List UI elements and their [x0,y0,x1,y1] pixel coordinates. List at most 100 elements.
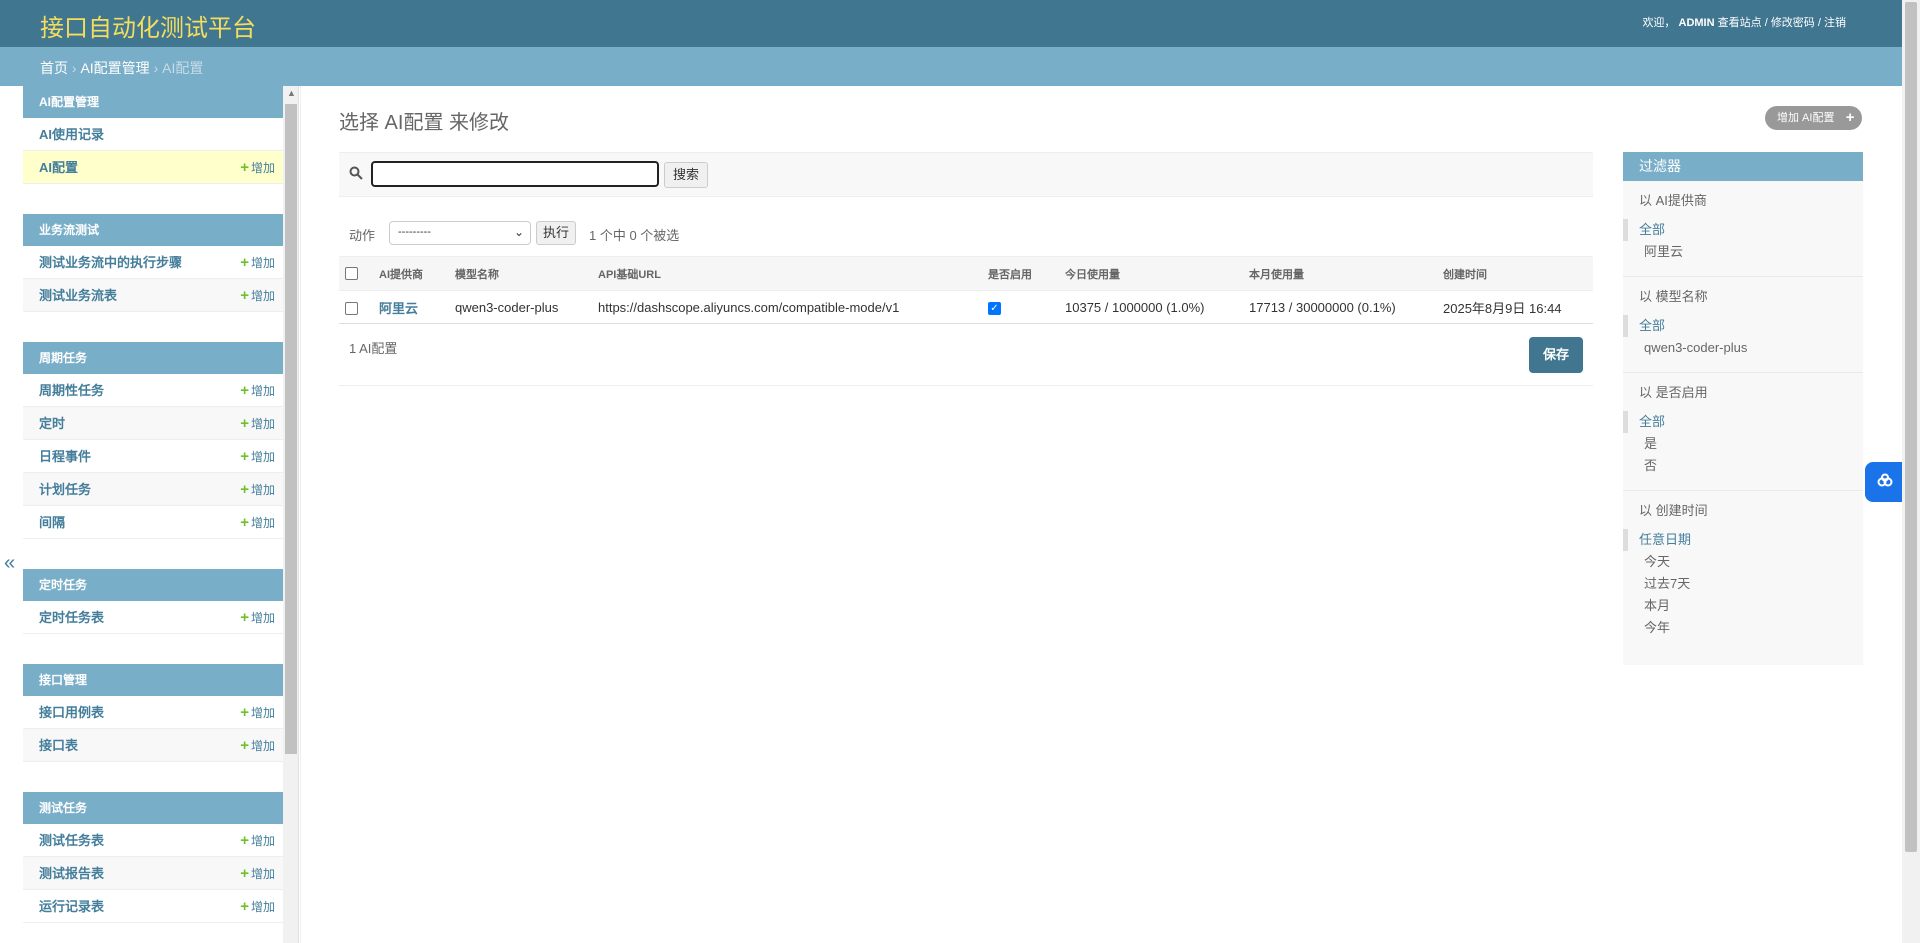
sidebar-scrollbar[interactable]: ▲ [283,86,299,943]
search-button[interactable]: 搜索 [664,162,709,188]
column-header-today[interactable]: 今日使用量 [1059,256,1243,291]
sidebar-item-scheduled-table[interactable]: 定时任务表 + 增加 [23,601,283,634]
provider-link[interactable]: 阿里云 [379,301,418,316]
filter-option[interactable]: 本月 [1623,595,1863,617]
add-link[interactable]: + 增加 [240,696,275,730]
sidebar-item-label[interactable]: 定时 [39,416,65,431]
floating-widget[interactable] [1865,462,1905,502]
sidebar-item-label[interactable]: AI配置 [39,160,78,175]
filter-option[interactable]: 是 [1623,433,1863,455]
filter-heading: 以 是否启用 [1639,385,1708,400]
add-link[interactable]: + 增加 [240,601,275,635]
sidebar-item-periodic-tasks[interactable]: 周期性任务 + 增加 [23,374,283,407]
module-test-tasks: 测试任务 测试任务表 + 增加 测试报告表 + 增加 运行记录表 + 增加 [23,792,283,923]
filter-option[interactable]: 全部 [1623,315,1863,337]
add-link[interactable]: + 增加 [240,440,275,474]
enabled-checkbox[interactable]: ✓ [988,301,1001,315]
sidebar-item-flow-table[interactable]: 测试业务流表 + 增加 [23,279,283,312]
add-link[interactable]: + 增加 [240,151,275,185]
sidebar-item-ai-usage[interactable]: AI使用记录 [23,118,283,151]
filter-heading: 以 AI提供商 [1639,193,1707,208]
sidebar-item-label[interactable]: 周期性任务 [39,383,104,398]
filter-sidebar: 过滤器 以 AI提供商 全部 阿里云 以 模型名称 全部 qwen3-coder… [1623,152,1863,665]
column-header-enabled[interactable]: 是否启用 [982,256,1059,291]
filter-option[interactable]: 否 [1623,455,1863,477]
module-caption[interactable]: 定时任务 [23,569,283,601]
filter-option[interactable]: qwen3-coder-plus [1623,337,1863,359]
sidebar-item-label[interactable]: 测试业务流表 [39,288,117,303]
sidebar-item-label[interactable]: 日程事件 [39,449,91,464]
module-caption[interactable]: 测试任务 [23,792,283,824]
filter-option[interactable]: 阿里云 [1623,241,1863,263]
add-link[interactable]: + 增加 [240,374,275,408]
sidebar-item-label[interactable]: 测试业务流中的执行步骤 [39,255,182,270]
sidebar-item-flow-steps[interactable]: 测试业务流中的执行步骤 + 增加 [23,246,283,279]
breadcrumb-home[interactable]: 首页 [40,60,68,76]
filter-option[interactable]: 今天 [1623,551,1863,573]
sidebar-item-ai-config[interactable]: AI配置 + 增加 [23,151,283,184]
filter-group-provider: 以 AI提供商 全部 阿里云 [1623,181,1863,277]
action-select[interactable]: --------- ⌄ [389,221,531,245]
sidebar-item-run-record-table[interactable]: 运行记录表 + 增加 [23,890,283,923]
header: 接口自动化测试平台 欢迎， ADMIN 查看站点 / 修改密码 / 注销 [0,0,1902,47]
scroll-up-icon[interactable]: ▲ [287,88,296,98]
sidebar-item-api-cases[interactable]: 接口用例表 + 增加 [23,696,283,729]
filter-option[interactable]: 今年 [1623,617,1863,639]
change-password-link[interactable]: 修改密码 [1771,17,1815,29]
add-link[interactable]: + 增加 [240,279,275,313]
page-scrollbar[interactable] [1902,0,1920,943]
add-link[interactable]: + 增加 [240,824,275,858]
column-header-model[interactable]: 模型名称 [449,256,592,291]
sidebar-item-label[interactable]: 接口用例表 [39,705,104,720]
add-ai-config-button[interactable]: 增加 AI配置 + [1765,106,1863,130]
sidebar-item-test-report-table[interactable]: 测试报告表 + 增加 [23,857,283,890]
row-checkbox[interactable] [345,301,358,315]
add-link[interactable]: + 增加 [240,506,275,540]
save-button[interactable]: 保存 [1528,337,1583,373]
sidebar-item-label[interactable]: 测试任务表 [39,833,104,848]
search-input[interactable] [371,161,659,187]
module-caption[interactable]: 周期任务 [23,342,283,374]
column-header-created[interactable]: 创建时间 [1437,256,1593,291]
sidebar-item-label[interactable]: AI使用记录 [39,127,104,142]
add-link[interactable]: + 增加 [240,246,275,280]
logout-link[interactable]: 注销 [1824,17,1846,29]
add-link[interactable]: + 增加 [240,473,275,507]
toggle-nav-sidebar-icon[interactable]: « [4,552,15,575]
column-header-month[interactable]: 本月使用量 [1243,256,1437,291]
module-caption[interactable]: 接口管理 [23,664,283,696]
filter-option[interactable]: 全部 [1623,219,1863,241]
sidebar-scroll-thumb[interactable] [285,104,297,754]
add-link[interactable]: + 增加 [240,890,275,924]
sidebar-item-label[interactable]: 计划任务 [39,482,91,497]
select-all-checkbox[interactable] [345,267,358,280]
add-link[interactable]: + 增加 [240,857,275,891]
add-link[interactable]: + 增加 [240,407,275,441]
sidebar-item-label[interactable]: 接口表 [39,738,78,753]
module-caption[interactable]: AI配置管理 [23,86,283,118]
site-title[interactable]: 接口自动化测试平台 [40,8,256,43]
module-caption[interactable]: 业务流测试 [23,214,283,246]
column-header-provider[interactable]: AI提供商 [373,256,449,291]
sidebar-item-api-table[interactable]: 接口表 + 增加 [23,729,283,762]
sidebar-item-label[interactable]: 运行记录表 [39,899,104,914]
column-header-url[interactable]: API基础URL [592,256,982,291]
row-select-cell [339,290,373,324]
sidebar-item-interval[interactable]: 间隔 + 增加 [23,506,283,539]
filter-option[interactable]: 全部 [1623,411,1863,433]
sidebar-item-label[interactable]: 间隔 [39,515,65,530]
action-go-button[interactable]: 执行 [536,221,577,245]
sidebar-item-test-task-table[interactable]: 测试任务表 + 增加 [23,824,283,857]
view-site-link[interactable]: 查看站点 [1718,17,1762,29]
sidebar-item-label[interactable]: 测试报告表 [39,866,104,881]
sidebar-item-solar[interactable]: 日程事件 + 增加 [23,440,283,473]
sidebar-item-label[interactable]: 定时任务表 [39,610,104,625]
filter-option[interactable]: 任意日期 [1623,529,1863,551]
breadcrumb-app[interactable]: AI配置管理 [80,60,149,76]
filter-option[interactable]: 过去7天 [1623,573,1863,595]
page-scroll-thumb[interactable] [1905,2,1917,852]
user-tools: 欢迎， ADMIN 查看站点 / 修改密码 / 注销 [1642,14,1846,30]
add-link[interactable]: + 增加 [240,729,275,763]
sidebar-item-crontab[interactable]: 定时 + 增加 [23,407,283,440]
sidebar-item-clocked[interactable]: 计划任务 + 增加 [23,473,283,506]
